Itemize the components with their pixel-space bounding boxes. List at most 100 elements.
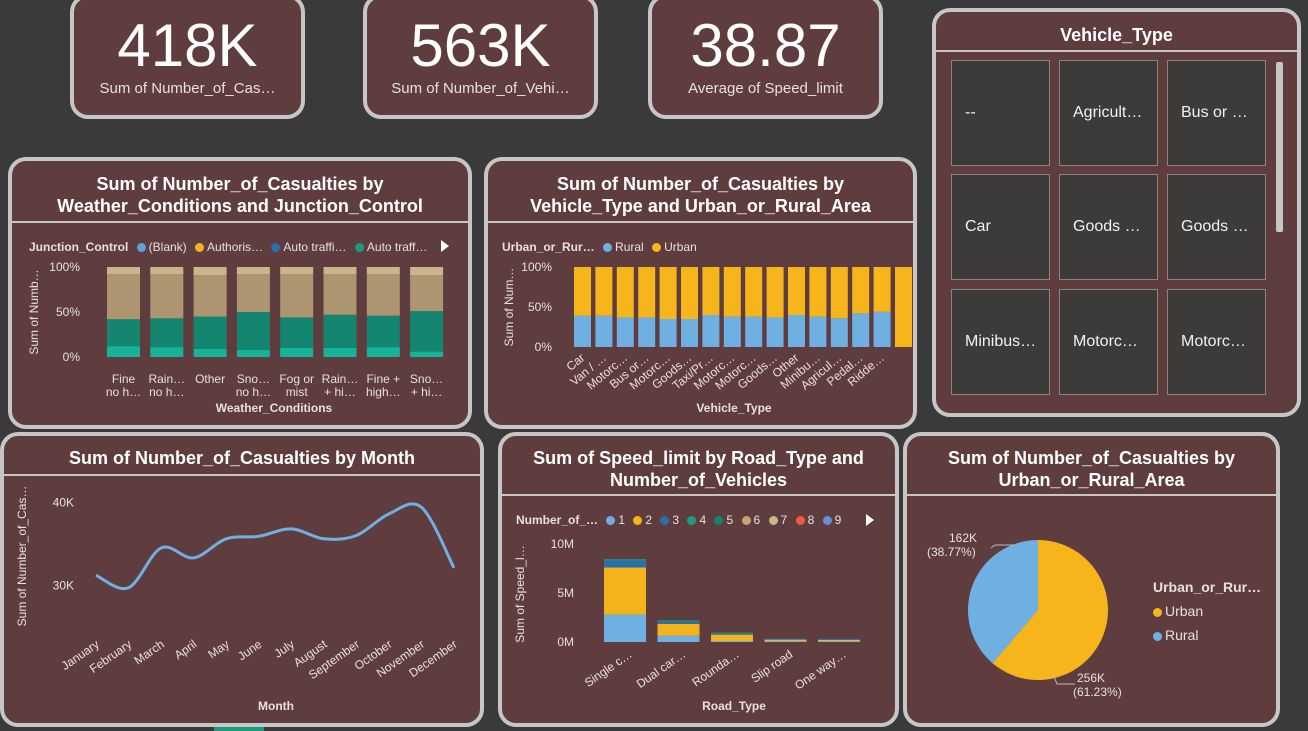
slicer-tile[interactable]: Goods … (1059, 174, 1158, 280)
slicer-tile[interactable]: Car (951, 174, 1050, 280)
kpi-casualties-value: 418K (117, 12, 258, 79)
y-axis-title: Sum of Num… (502, 268, 516, 347)
bar-segment (323, 348, 357, 357)
bar-segment (659, 267, 677, 319)
x-tick-label: Dual car… (634, 647, 688, 691)
bar-segment (809, 316, 827, 347)
bar-segment (616, 317, 634, 347)
x-tick-label: Single c… (582, 647, 635, 690)
bar-segment (745, 267, 763, 317)
bar-segment (830, 267, 848, 319)
bar-segment (873, 267, 891, 312)
bar-segment (323, 314, 357, 348)
bar-segment (766, 267, 784, 318)
slicer-tile[interactable]: -- (951, 60, 1050, 166)
y-tick-label: 50% (56, 305, 80, 319)
bar-segment (193, 316, 227, 349)
kpi-speed-card[interactable]: 38.87 Average of Speed_limit (648, 0, 883, 119)
page-tab-indicator[interactable] (214, 727, 264, 731)
bar-segment (873, 311, 891, 347)
bar-segment (366, 267, 400, 275)
y-tick-label: 5M (557, 586, 574, 600)
bar-segment (723, 267, 741, 317)
slicer-tile[interactable]: Bus or … (1167, 60, 1266, 166)
kpi-vehicles-label: Sum of Number_of_Vehi… (391, 80, 570, 97)
x-tick-label: March (131, 637, 166, 668)
vehicle-bar-chart: 100%50%0%Sum of Num…CarVan / …Motorc…Bus… (502, 260, 912, 415)
kpi-speed-label: Average of Speed_limit (688, 80, 843, 97)
pie-chart: 256K(61.23%) 162K(38.77%) (927, 531, 1122, 699)
bar-segment (818, 639, 860, 641)
speed-chart-card: Sum of Speed_limit by Road_Type and Numb… (498, 432, 899, 727)
bar-segment (323, 274, 357, 315)
bar-segment (830, 318, 848, 347)
bar-segment (150, 347, 184, 357)
pie-data-label: (38.77%) (927, 545, 976, 559)
bar-segment (809, 267, 827, 317)
x-tick-label: Sno… (410, 372, 443, 386)
x-tick-label: no h… (236, 385, 271, 399)
bar-segment (366, 347, 400, 357)
bar-segment (107, 267, 140, 275)
bar-segment (711, 633, 753, 635)
x-tick-label: Fine + (366, 372, 400, 386)
month-chart-card: Sum of Number_of_Casualties by Month 40K… (0, 432, 484, 727)
bar-segment (711, 641, 753, 642)
y-axis-title: Sum of Speed_l… (513, 545, 527, 642)
bar-segment (788, 267, 805, 315)
bar-segment (595, 315, 613, 347)
bar-segment (323, 267, 357, 275)
vehicle-type-slicer[interactable]: Vehicle_Type -- Agricult… Bus or … Car G… (932, 8, 1301, 417)
bar-segment (745, 316, 763, 347)
bar-segment (107, 274, 140, 320)
bar-segment (788, 315, 805, 347)
bar-segment (574, 267, 591, 316)
slicer-tile[interactable]: Agricult… (1059, 60, 1158, 166)
bar-segment (711, 634, 753, 641)
bar-segment (410, 311, 444, 352)
slicer-tile[interactable]: Motorc… (1167, 289, 1266, 395)
month-line-chart: 40K30KSum of Number_of_Cas…JanuaryFebrua… (15, 486, 460, 713)
bar-segment (659, 319, 677, 347)
slicer-divider (936, 50, 1297, 52)
bar-segment (193, 267, 227, 276)
x-tick-label: Rounda… (689, 647, 741, 689)
kpi-casualties-card[interactable]: 418K Sum of Number_of_Cas… (70, 0, 305, 119)
bar-segment (150, 318, 184, 348)
bar-segment (702, 315, 720, 347)
slicer-tile[interactable]: Motorc… (1059, 289, 1158, 395)
x-tick-label: Fine (112, 372, 136, 386)
pie-data-label: 256K (1077, 671, 1105, 685)
y-tick-label: 100% (521, 260, 552, 274)
y-tick-label: 40K (53, 495, 74, 509)
slicer-scrollbar[interactable] (1276, 62, 1283, 232)
bar-segment (723, 316, 741, 347)
bar-segment (604, 567, 646, 615)
x-tick-label: Slip road (748, 647, 795, 686)
y-tick-label: 100% (49, 260, 80, 274)
bar-segment (616, 267, 634, 318)
bar-segment (574, 315, 591, 347)
x-tick-label: high… (366, 385, 401, 399)
speed-bar-chart: 10M 5M 0M Sum of Speed_l… Single c… Dual car…… (513, 537, 860, 713)
slicer-tile[interactable]: Minibus… (951, 289, 1050, 395)
slicer-tile[interactable]: Goods … (1167, 174, 1266, 280)
kpi-vehicles-card[interactable]: 563K Sum of Number_of_Vehi… (363, 0, 598, 119)
bar-segment (107, 319, 140, 347)
x-axis-title: Month (258, 699, 294, 713)
bar-segment (657, 620, 700, 622)
x-tick-label: One way… (792, 647, 849, 693)
x-tick-label: Rain… (322, 372, 359, 386)
y-tick-label: 0% (63, 350, 81, 364)
bar-segment (638, 317, 656, 347)
x-axis-title: Vehicle_Type (696, 401, 771, 415)
bar-segment (852, 267, 870, 314)
y-axis-title: Sum of Number_of_Cas… (15, 486, 29, 627)
bar-segment (764, 638, 807, 640)
bar-segment (764, 639, 807, 641)
y-tick-label: 0M (557, 635, 574, 649)
month-series-line (95, 502, 456, 591)
weather-chart-card: Sum of Number_of_Casualties by Weather_C… (8, 157, 472, 429)
bar-segment (193, 275, 227, 317)
x-tick-label: + hi… (324, 385, 356, 399)
